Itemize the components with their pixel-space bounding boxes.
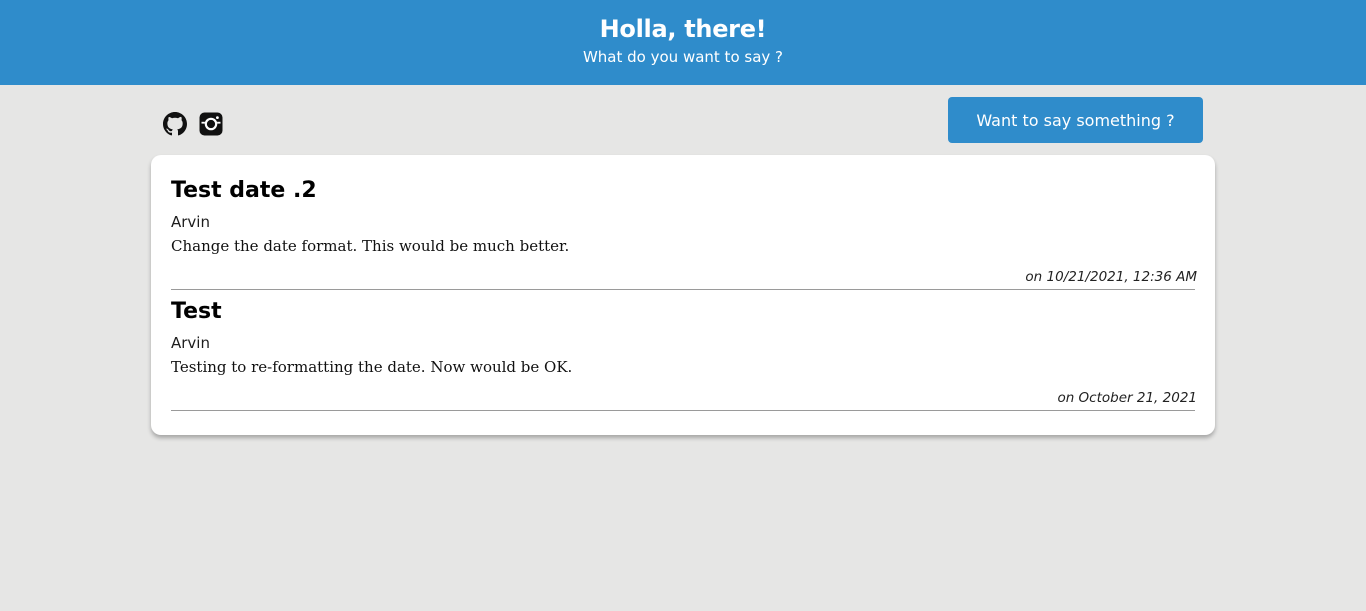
post-date: on October 21, 2021 — [1057, 390, 1197, 406]
post-author: Arvin — [171, 334, 210, 352]
messages-card: Test date .2 Arvin Change the date forma… — [151, 155, 1215, 435]
main-container: Want to say something ? Test date .2 Arv… — [151, 85, 1215, 435]
social-links — [163, 112, 223, 136]
post-title: Test date .2 — [171, 178, 317, 203]
say-something-button[interactable]: Want to say something ? — [948, 97, 1203, 143]
toolbar: Want to say something ? — [151, 85, 1215, 155]
post-author: Arvin — [171, 213, 210, 231]
post-message: Testing to re-formatting the date. Now w… — [171, 358, 573, 376]
post-date: on 10/21/2021, 12:36 AM — [1025, 269, 1197, 285]
instagram-icon[interactable] — [199, 112, 223, 136]
page-subtitle: What do you want to say ? — [582, 48, 784, 66]
message-post: Test Arvin Testing to re-formatting the … — [171, 296, 1197, 411]
github-icon[interactable] — [163, 112, 187, 136]
message-post: Test date .2 Arvin Change the date forma… — [171, 175, 1197, 290]
page-title: Holla, there! — [599, 15, 767, 43]
page-header: Holla, there! What do you want to say ? — [0, 0, 1366, 85]
post-title: Test — [171, 299, 222, 324]
post-message: Change the date format. This would be mu… — [171, 237, 570, 255]
